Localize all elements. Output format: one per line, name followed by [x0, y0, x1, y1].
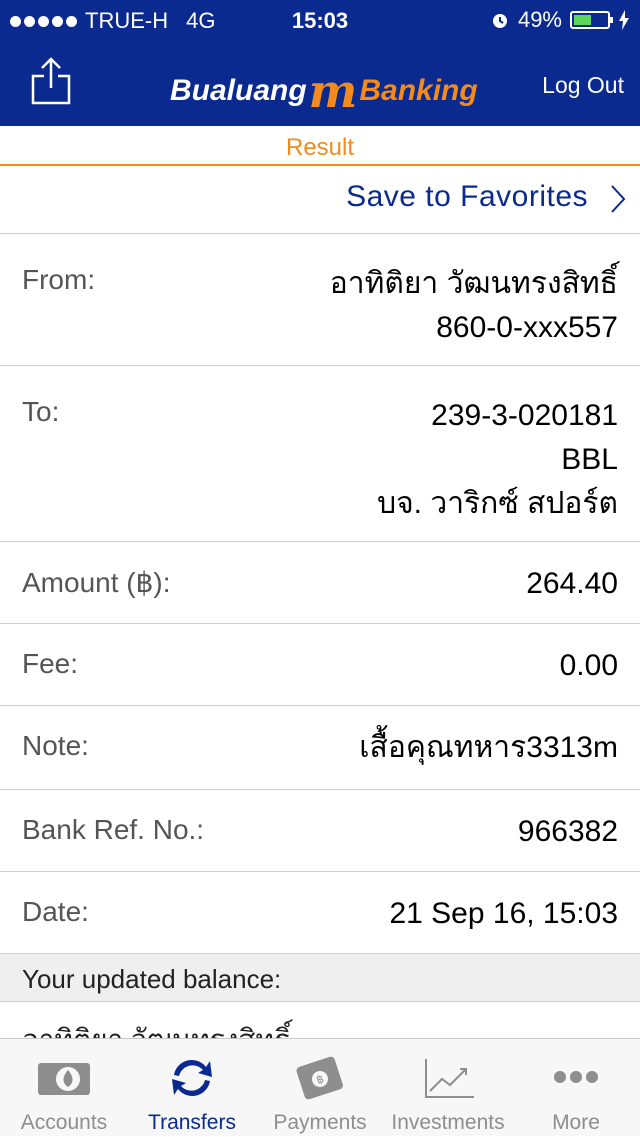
save-to-favorites-button[interactable]: Save to Favorites: [0, 166, 640, 234]
from-account-name: อาทิติยา วัฒนทรงสิทธิ์: [329, 267, 618, 300]
investments-icon: [425, 1059, 474, 1098]
bank-ref-label: Bank Ref. No.:: [22, 814, 205, 845]
alarm-icon: [492, 14, 507, 28]
battery-percent: 49%: [517, 7, 562, 32]
balance-account-name: อาทิติยา วัฒนทรงสิทธิ์: [22, 1018, 291, 1038]
bank-ref-value: 966382: [517, 815, 618, 848]
app-header: Bualuang m Banking Log Out: [0, 40, 640, 126]
note-label: Note:: [22, 730, 89, 761]
tab-payments-label: Payments: [273, 1111, 367, 1134]
tab-accounts-label: Accounts: [20, 1111, 108, 1134]
tab-more[interactable]: More: [512, 1039, 640, 1137]
to-account-number: 239-3-020181: [431, 399, 618, 432]
logo-text-bualuang: Bualuang: [170, 74, 307, 107]
tab-transfers[interactable]: Transfers: [128, 1039, 256, 1137]
amount-value: 264.40: [526, 567, 618, 600]
charging-icon: [619, 10, 629, 30]
to-account-name: บจ. วาริกซ์ สปอร์ต: [377, 487, 618, 520]
updated-balance-header: Your updated balance:: [0, 954, 640, 1002]
from-label: From:: [22, 264, 96, 295]
date-value: 21 Sep 16, 15:03: [389, 897, 618, 930]
detail-row-amount: Amount (฿): 264.40: [0, 542, 640, 624]
logo-text-banking: Banking: [359, 74, 478, 107]
tab-payments[interactable]: ฿ Payments: [256, 1039, 384, 1137]
detail-row-fee: Fee: 0.00: [0, 624, 640, 706]
tab-more-label: More: [552, 1111, 600, 1134]
save-to-favorites-label: Save to Favorites: [346, 180, 588, 213]
detail-row-from: From: อาทิติยา วัฒนทรงสิทธิ์ 860-0-xxx55…: [0, 234, 640, 366]
share-icon[interactable]: [30, 56, 72, 106]
chevron-right-icon: [611, 185, 626, 213]
from-account-number: 860-0-xxx557: [436, 311, 618, 344]
logo-m-mark: m: [308, 64, 358, 118]
accounts-icon: [38, 1063, 90, 1095]
detail-row-bank-ref: Bank Ref. No.: 966382: [0, 790, 640, 872]
balance-account-row: อาทิติยา วัฒนทรงสิทธิ์: [0, 1002, 640, 1038]
fee-value: 0.00: [559, 649, 618, 682]
payments-icon: ฿: [296, 1056, 343, 1100]
tab-investments[interactable]: Investments: [384, 1039, 512, 1137]
more-icon: [554, 1071, 598, 1083]
page-title: Result: [0, 126, 640, 166]
to-label: To:: [22, 396, 60, 427]
to-bank: BBL: [561, 443, 618, 476]
detail-row-date: Date: 21 Sep 16, 15:03: [0, 872, 640, 954]
bualuang-mbanking-logo: Bualuang m Banking: [170, 64, 478, 118]
amount-label: Amount (฿):: [22, 567, 171, 598]
tab-bar: Accounts Transfers ฿ Payments Investment…: [0, 1038, 640, 1136]
date-label: Date:: [22, 896, 89, 927]
detail-row-note: Note: เสื้อคุณทหาร3313m: [0, 706, 640, 790]
battery-icon: [570, 11, 613, 29]
fee-label: Fee:: [22, 648, 79, 679]
note-value: เสื้อคุณทหาร3313m: [359, 731, 618, 764]
transfers-icon: [172, 1059, 212, 1097]
tab-investments-label: Investments: [391, 1111, 505, 1134]
detail-row-to: To: 239-3-020181 BBL บจ. วาริกซ์ สปอร์ต: [0, 366, 640, 542]
logout-button[interactable]: Log Out: [542, 72, 624, 99]
tab-accounts[interactable]: Accounts: [0, 1039, 128, 1137]
status-bar: TRUE-H 4G 15:03 49%: [0, 0, 640, 40]
tab-transfers-label: Transfers: [148, 1111, 236, 1134]
